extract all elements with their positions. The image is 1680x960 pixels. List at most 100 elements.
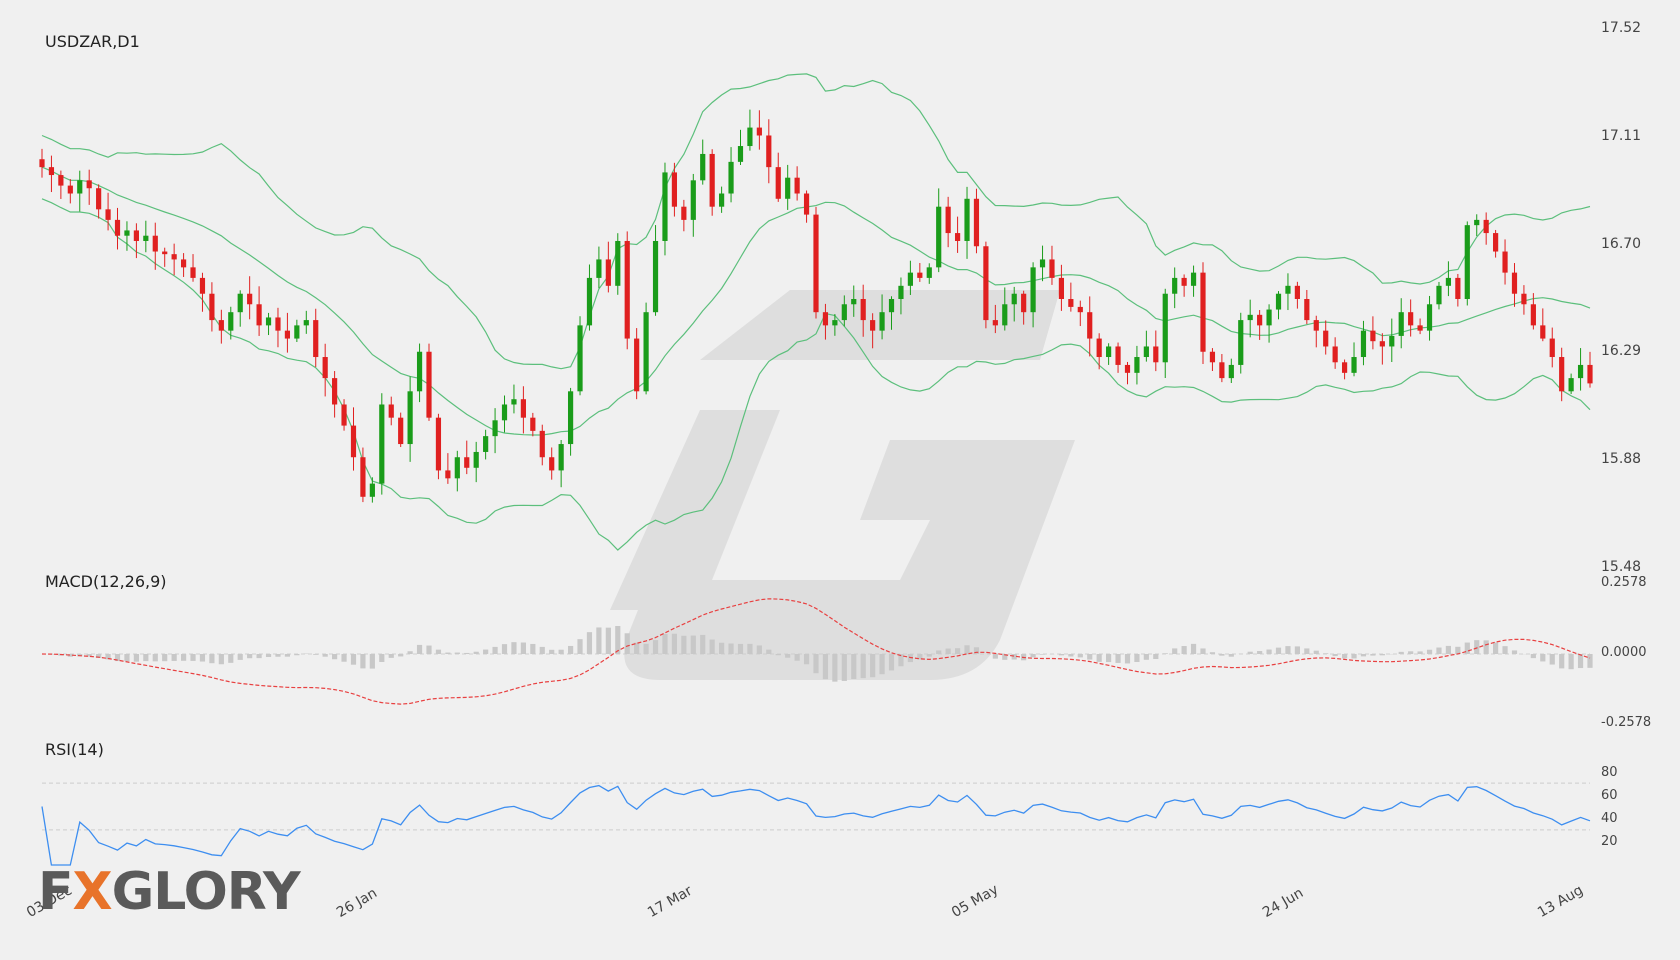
candle-down [114, 219, 121, 236]
watermark-shape [610, 290, 1075, 680]
candle-down [822, 312, 829, 326]
candle-up [737, 146, 744, 162]
macd-histogram-bar [558, 649, 564, 654]
macd-histogram-bar [1294, 646, 1300, 654]
candle-down [67, 185, 73, 194]
candle-up [690, 180, 696, 220]
candle-down [1115, 346, 1121, 365]
candle-down [1096, 338, 1102, 358]
candle-up [483, 436, 489, 452]
candle-up [294, 325, 300, 339]
macd-histogram-bar [1219, 654, 1225, 656]
macd-histogram-bar [794, 654, 800, 661]
price-panel-title: USDZAR,D1 [45, 32, 140, 51]
macd-histogram-bar [756, 645, 762, 654]
price-tick: 16.29 [1601, 343, 1642, 359]
rsi-tick: 80 [1601, 765, 1618, 780]
candle-down [1521, 293, 1527, 305]
candle-down [152, 235, 158, 252]
candle-down [973, 198, 980, 247]
candle-up [1039, 259, 1046, 268]
macd-histogram-bar [322, 654, 328, 657]
macd-histogram-bar [1549, 654, 1555, 665]
candle-down [1530, 304, 1536, 326]
candle-up [898, 285, 904, 299]
macd-histogram-bar [1200, 648, 1206, 654]
macd-histogram-bar [1257, 651, 1263, 654]
macd-histogram-bar [936, 650, 942, 654]
candle-down [945, 206, 951, 234]
macd-histogram-bar [1559, 654, 1565, 669]
candle-up [841, 304, 847, 321]
candle-up [1464, 225, 1470, 299]
macd-histogram-bar [199, 654, 206, 662]
candle-down [209, 293, 215, 321]
macd-histogram-bar [1266, 649, 1272, 654]
macd-histogram-bar [171, 654, 177, 661]
macd-histogram-bar [247, 654, 253, 659]
candle-down [1304, 299, 1310, 321]
macd-histogram-bar [143, 654, 149, 662]
candle-up [964, 198, 970, 241]
candle-down [332, 378, 338, 405]
macd-histogram-bar [1106, 654, 1112, 663]
candle-down [96, 188, 102, 210]
candle-down [1068, 299, 1074, 307]
candle-down [199, 277, 206, 294]
candle-down [360, 457, 366, 497]
candle-up [416, 351, 423, 392]
candle-up [369, 483, 375, 497]
candle-up [1172, 277, 1178, 294]
macd-histogram-bar [416, 644, 423, 654]
logo-word: GLORY [111, 862, 301, 922]
candle-up [662, 172, 668, 241]
candle-down [954, 233, 961, 241]
macd-histogram-bar [473, 651, 479, 654]
macd-histogram-bar [671, 633, 678, 654]
candle-up [596, 259, 602, 278]
macd-histogram-bar [615, 626, 621, 654]
candle-up [228, 312, 234, 331]
candle-down [813, 214, 819, 313]
candle-down [634, 338, 640, 392]
macd-histogram-bar [426, 645, 432, 654]
candle-down [1313, 320, 1319, 331]
price-tick: 16.70 [1601, 236, 1642, 252]
macd-histogram-bar [662, 633, 668, 654]
candle-down [539, 430, 545, 458]
candle-down [341, 404, 347, 426]
macd-histogram-bar [954, 648, 961, 654]
macd-histogram-bar [1332, 654, 1338, 657]
price-tick: 15.48 [1601, 559, 1642, 575]
macd-histogram-bar [1068, 654, 1074, 657]
candle-down [756, 127, 762, 136]
macd-histogram-bar [180, 654, 187, 661]
candle-up [1275, 293, 1282, 310]
candle-up [1568, 378, 1574, 392]
macd-histogram-bar [265, 654, 272, 657]
macd-histogram-bar [643, 643, 649, 654]
candle-up [1389, 335, 1395, 347]
price-tick: 17.11 [1601, 128, 1642, 144]
candle-down [803, 193, 810, 215]
macd-histogram-bar [888, 654, 895, 671]
macd-histogram-bar [1039, 654, 1046, 655]
macd-histogram-bar [284, 654, 291, 657]
candle-up [1360, 330, 1367, 358]
macd-histogram-bar [1323, 653, 1329, 654]
macd-histogram-bar [1445, 645, 1452, 654]
logo-letter-f: F [38, 862, 74, 922]
macd-histogram-bar [228, 654, 234, 663]
macd-histogram-bar [1077, 654, 1083, 658]
candle-down [530, 417, 536, 431]
candle-down [1483, 219, 1489, 234]
candle-up [1436, 285, 1442, 305]
candle-down [1408, 312, 1414, 326]
macd-histogram-bar [624, 633, 630, 654]
macd-histogram-bar [530, 643, 536, 654]
macd-histogram-bar [1285, 646, 1291, 654]
candle-up [454, 457, 460, 479]
candle-down [1200, 272, 1206, 352]
rsi-tick: 40 [1601, 811, 1618, 826]
chart-canvas [39, 73, 1593, 866]
